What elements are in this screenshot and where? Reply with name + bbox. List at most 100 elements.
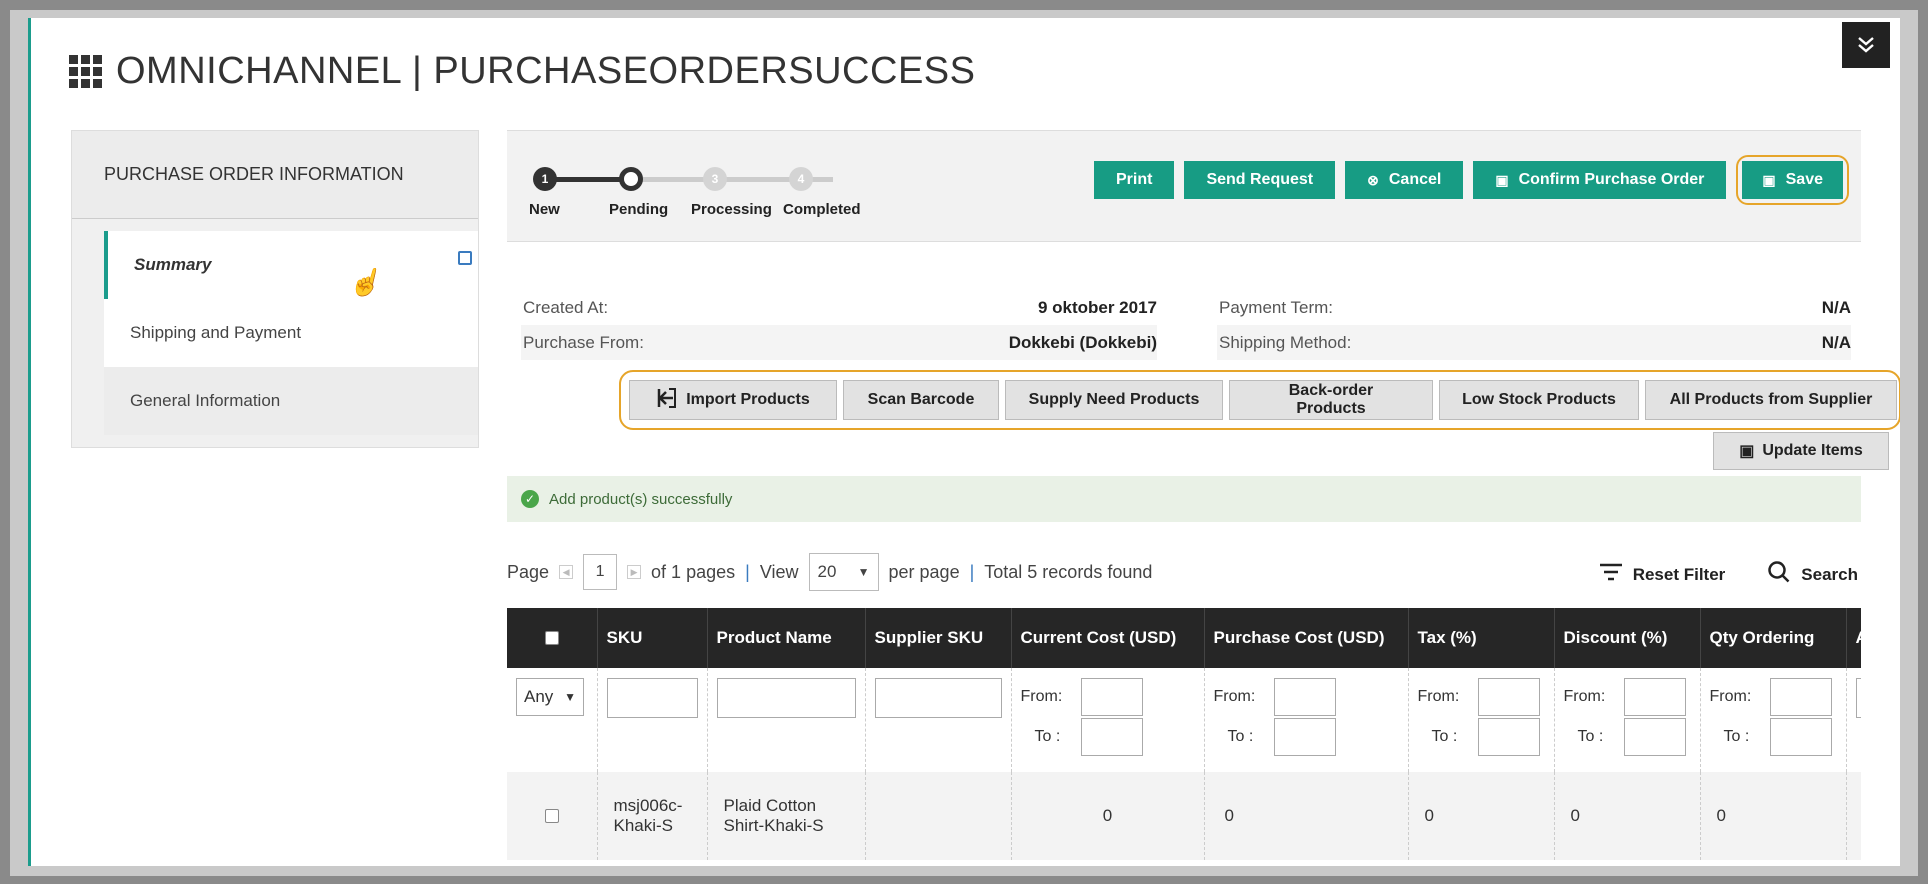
save-label: Save	[1785, 171, 1823, 188]
column-header[interactable]: Purchase Cost (USD)	[1204, 608, 1409, 668]
page-number-input[interactable]: 1	[583, 554, 618, 590]
floppy-icon: ▣	[1495, 171, 1509, 188]
current-cost-cell: 0	[1011, 772, 1205, 860]
cancel-label: Cancel	[1388, 171, 1442, 188]
qty-cell[interactable]: 0	[1700, 772, 1847, 860]
to-label: To :	[1227, 728, 1254, 745]
reset-filter-button[interactable]: Reset Filter	[1599, 563, 1725, 586]
confirm-label: Confirm Purchase Order	[1518, 171, 1705, 188]
column-header[interactable]: Current Cost (USD)	[1011, 608, 1205, 668]
back-order-products-button[interactable]: Back-order Products	[1229, 380, 1433, 420]
cancel-button[interactable]: ⊗ Cancel	[1345, 161, 1464, 199]
step-new-dot: 1	[533, 167, 557, 191]
to-input[interactable]	[1769, 718, 1832, 756]
column-header[interactable]: Supplier SKU	[865, 608, 1012, 668]
to-input[interactable]	[1477, 718, 1540, 756]
page-size-value: 20	[817, 562, 837, 581]
update-items-button[interactable]: ▣ Update Items	[1713, 432, 1889, 470]
search-button[interactable]: Search	[1767, 560, 1858, 589]
tax-range: From: To :	[1418, 678, 1545, 756]
select-all-checkbox[interactable]	[544, 631, 559, 645]
column-header[interactable]: Product Name	[707, 608, 866, 668]
sidebar-item-shipping-payment[interactable]: Shipping and Payment	[104, 299, 478, 367]
extra-filter-input[interactable]	[1855, 678, 1861, 718]
step-processing-dot: 3	[703, 167, 727, 191]
column-header[interactable]: A	[1846, 608, 1861, 668]
to-label: To :	[1723, 728, 1750, 745]
print-button[interactable]: Print	[1093, 161, 1175, 199]
order-actions: Print Send Request ⊗ Cancel ▣ Confirm Pu…	[1093, 155, 1849, 205]
step-pending-dot	[619, 167, 643, 191]
product-name-cell: Plaid Cotton Shirt-Khaki-S	[707, 772, 866, 860]
all-products-from-supplier-button[interactable]: All Products from Supplier	[1645, 380, 1897, 420]
sku-filter-input[interactable]	[606, 678, 698, 718]
chevron-down-icon: ▼	[857, 565, 870, 579]
filter-icon	[1599, 563, 1623, 586]
double-chevron-down-icon[interactable]	[1842, 22, 1890, 68]
sidebar-item-general-information[interactable]: General Information	[104, 367, 478, 435]
select-filter[interactable]: Any ▼	[516, 678, 584, 716]
step-label: New	[529, 201, 560, 218]
table-row[interactable]: msj006c-Khaki-S Plaid Cotton Shirt-Khaki…	[507, 772, 1861, 860]
product-name-filter-input[interactable]	[716, 678, 856, 718]
to-input[interactable]	[1623, 718, 1686, 756]
from-input[interactable]	[1273, 678, 1336, 716]
row-checkbox[interactable]	[544, 809, 559, 823]
payment-term-label: Payment Term:	[1219, 297, 1334, 317]
scan-barcode-label: Scan Barcode	[867, 391, 975, 408]
step-label: Processing	[691, 201, 772, 218]
payment-term-value: N/A	[1821, 297, 1851, 317]
from-label: From:	[1213, 688, 1256, 705]
supply-need-products-button[interactable]: Supply Need Products	[1005, 380, 1223, 420]
from-input[interactable]	[1080, 678, 1143, 716]
apps-grid-icon[interactable]	[69, 55, 102, 88]
total-records-text: Total 5 records found	[984, 561, 1153, 582]
from-label: From:	[1563, 688, 1606, 705]
scan-barcode-button[interactable]: Scan Barcode	[843, 380, 999, 420]
update-items-label: Update Items	[1762, 442, 1863, 459]
low-stock-products-button[interactable]: Low Stock Products	[1439, 380, 1639, 420]
created-at-value: 9 oktober 2017	[1037, 297, 1157, 317]
send-request-button[interactable]: Send Request	[1184, 161, 1336, 199]
confirm-purchase-order-button[interactable]: ▣ Confirm Purchase Order	[1473, 161, 1727, 199]
sidebar-item-label: Shipping and Payment	[130, 323, 302, 342]
sidebar-item-label: General Information	[130, 391, 281, 410]
from-input[interactable]	[1769, 678, 1832, 716]
order-status-steps: 1 3 4 New Pending Processing Completed	[529, 161, 861, 221]
order-info-left: Created At: 9 oktober 2017 Purchase From…	[521, 290, 1157, 360]
purchase-cost-cell[interactable]: 0	[1204, 772, 1409, 860]
grid-tools: Reset Filter Search	[1599, 560, 1858, 589]
save-button[interactable]: ▣ Save	[1742, 161, 1843, 199]
tax-cell[interactable]: 0	[1408, 772, 1555, 860]
from-label: From:	[1709, 688, 1752, 705]
shipping-method-label: Shipping Method:	[1219, 332, 1352, 352]
page-title: OMNICHANNEL | PURCHASEORDERSUCCESS	[69, 50, 975, 93]
page: OMNICHANNEL | PURCHASEORDERSUCCESS PURCH…	[28, 18, 1900, 866]
from-input[interactable]	[1477, 678, 1540, 716]
hand-cursor-icon: ☝	[348, 267, 381, 297]
column-header[interactable]: Discount (%)	[1554, 608, 1701, 668]
success-message: ✓ Add product(s) successfully	[507, 476, 1861, 522]
save-icon[interactable]	[458, 251, 472, 265]
page-size-select[interactable]: 20 ▼	[808, 553, 879, 591]
shipping-method-value: N/A	[1821, 332, 1851, 352]
step-label: Pending	[609, 201, 669, 218]
column-header[interactable]: SKU	[597, 608, 708, 668]
send-request-label: Send Request	[1206, 171, 1314, 188]
from-input[interactable]	[1623, 678, 1686, 716]
purchase-from-row: Purchase From: Dokkebi (Dokkebi)	[521, 325, 1157, 360]
supplier-sku-filter-input[interactable]	[874, 678, 1002, 718]
purchase-cost-range: From: To :	[1214, 678, 1399, 756]
sidebar-item-summary[interactable]: Summary ☝	[104, 231, 478, 299]
discount-cell[interactable]: 0	[1554, 772, 1701, 860]
column-header[interactable]: Tax (%)	[1408, 608, 1555, 668]
next-page-icon[interactable]: ▶	[627, 565, 642, 579]
to-label: To :	[1431, 728, 1458, 745]
import-products-button[interactable]: Import Products	[629, 380, 837, 420]
to-input[interactable]	[1273, 718, 1336, 756]
from-label: From:	[1417, 688, 1460, 705]
order-toolbar: 1 3 4 New Pending Processing Completed P…	[507, 130, 1861, 242]
prev-page-icon[interactable]: ◀	[559, 565, 574, 579]
to-input[interactable]	[1080, 718, 1143, 756]
column-header[interactable]: Qty Ordering	[1700, 608, 1847, 668]
